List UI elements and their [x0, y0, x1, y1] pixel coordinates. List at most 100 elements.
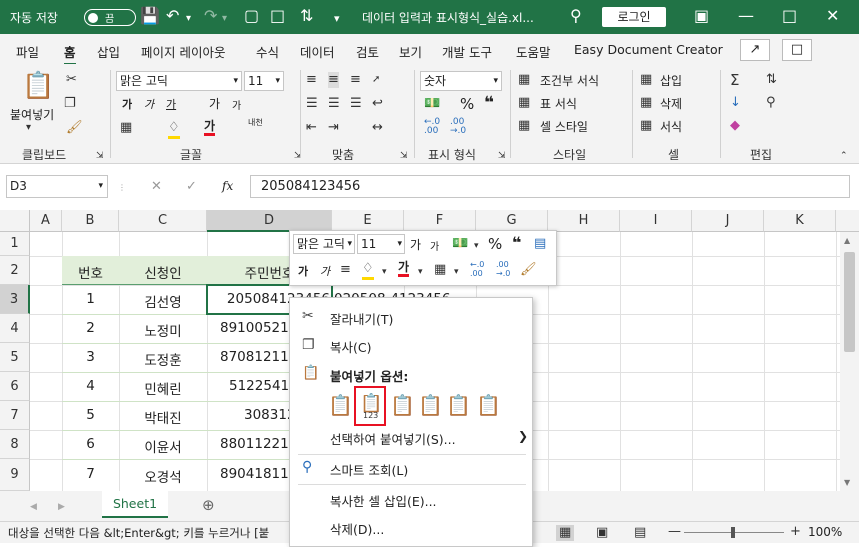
mini-increase-decimal-icon[interactable]: ←.0.00 — [470, 260, 484, 278]
mini-border-dropdown-icon[interactable]: ▾ — [454, 264, 459, 280]
zoom-in-icon[interactable]: + — [790, 524, 801, 540]
mini-align-icon[interactable]: ≡ — [340, 262, 351, 278]
delete-cells-button[interactable]: 삭제 — [660, 95, 682, 112]
column-header-e[interactable]: E — [332, 210, 404, 232]
increase-indent-icon[interactable]: ⇥ — [328, 120, 339, 136]
table-cell[interactable]: 308312 — [244, 407, 296, 423]
menu-data[interactable]: 데이터 — [300, 42, 335, 61]
delete-cells-icon[interactable]: ▦ — [640, 95, 652, 111]
table-format-button[interactable]: 표 서식 — [540, 95, 577, 112]
menu-home[interactable]: 홈 — [64, 42, 76, 65]
table-cell[interactable]: 870812112 — [220, 349, 297, 365]
decrease-decimal-icon[interactable]: .00 →.0 — [450, 118, 466, 136]
mini-font-color-dropdown-icon[interactable]: ▾ — [418, 264, 423, 280]
column-header-j[interactable]: J — [692, 210, 764, 232]
formula-input[interactable]: 205084123456 — [250, 175, 850, 198]
mini-border-icon[interactable]: ▦ — [434, 262, 446, 278]
undo-icon[interactable]: ↶ — [166, 7, 179, 25]
italic-button[interactable]: 가 — [144, 96, 154, 112]
percent-icon[interactable]: % — [460, 95, 474, 113]
context-insert-copied[interactable]: 복사한 셀 삽입(E)... — [330, 491, 437, 510]
new-doc-icon[interactable]: □ — [270, 7, 285, 25]
table-cell[interactable]: 891005212 — [220, 320, 297, 336]
table-cell[interactable]: 노정미 — [119, 320, 207, 340]
font-name-select[interactable]: 맑은 고딕 ▾ — [116, 71, 242, 91]
paste-link-icon[interactable]: 📋 — [476, 393, 501, 417]
mini-comma-icon[interactable]: ❝ — [512, 233, 521, 252]
cell-style-button[interactable]: 셀 스타일 — [540, 118, 588, 135]
sort-icon[interactable]: ⇅ — [300, 7, 313, 25]
paste-formulas-icon[interactable]: 📋 — [390, 393, 415, 417]
clipboard-launcher-icon[interactable]: ⇲ — [96, 148, 104, 164]
share-icon[interactable]: ↗ — [740, 39, 770, 61]
column-header-c[interactable]: C — [119, 210, 207, 232]
mini-font-name-select[interactable]: 맑은 고딕 ▾ — [293, 234, 355, 254]
row-header-8[interactable]: 8 — [0, 430, 30, 459]
mini-decrease-font-button[interactable]: 가 — [430, 238, 439, 253]
font-color-button[interactable]: 가 — [204, 120, 216, 136]
mini-font-color-button[interactable]: 가 — [398, 261, 410, 277]
menu-page-layout[interactable]: 페이지 레이아웃 — [141, 42, 225, 61]
save-icon[interactable]: 💾 — [140, 7, 160, 25]
conditional-format-button[interactable]: 조건부 서식 — [540, 72, 599, 89]
column-header-b[interactable]: B — [62, 210, 119, 232]
menu-review[interactable]: 검토 — [356, 42, 379, 61]
cancel-icon[interactable]: ✕ — [151, 179, 162, 195]
table-cell[interactable]: 4 — [62, 378, 119, 394]
column-header-h[interactable]: H — [548, 210, 620, 232]
ribbon-display-icon[interactable]: ▣ — [694, 7, 709, 25]
page-break-view-icon[interactable]: ▤ — [634, 525, 646, 541]
row-header-4[interactable]: 4 — [0, 314, 30, 343]
table-cell[interactable]: 도정훈 — [119, 349, 207, 369]
table-cell[interactable]: 3 — [62, 349, 119, 365]
context-delete[interactable]: 삭제(D)... — [330, 519, 384, 538]
format-painter-icon[interactable]: 🖌 — [66, 120, 83, 136]
maximize-icon[interactable]: □ — [782, 7, 797, 25]
row-header-2[interactable]: 2 — [0, 256, 30, 285]
cut-icon[interactable]: ✂ — [66, 72, 77, 88]
paste-button[interactable]: 붙여넣기 — [10, 106, 54, 123]
zoom-out-icon[interactable]: — — [668, 524, 681, 540]
orientation-icon[interactable]: ➚ — [372, 72, 380, 88]
table-cell[interactable]: 890418112 — [220, 466, 297, 482]
row-header-9[interactable]: 9 — [0, 459, 30, 491]
sort-filter-icon[interactable]: ⇅ — [766, 72, 777, 88]
mini-increase-font-button[interactable]: 가 — [410, 236, 421, 253]
insert-cells-icon[interactable]: ▦ — [640, 72, 652, 88]
mini-fill-dropdown-icon[interactable]: ▾ — [382, 264, 387, 280]
fill-color-icon[interactable]: ♢ — [168, 120, 180, 139]
border-icon[interactable]: ▦ — [120, 120, 132, 136]
bottom-align-icon[interactable]: ≡ — [350, 72, 361, 88]
underline-button[interactable]: 가 — [166, 96, 176, 112]
mini-format-painter-icon[interactable]: 🖌 — [520, 262, 537, 278]
phonetic-button[interactable]: 내천 — [248, 118, 264, 127]
redo-dropdown-icon[interactable]: ▾ — [222, 10, 227, 28]
number-format-select[interactable]: 숫자 ▾ — [420, 71, 502, 91]
zoom-level[interactable]: 100% — [808, 525, 842, 539]
column-header-f[interactable]: F — [404, 210, 476, 232]
mini-decrease-decimal-icon[interactable]: .00 →.0 — [496, 260, 510, 278]
conditional-format-icon[interactable]: ▦ — [518, 72, 530, 88]
copy-icon[interactable]: ❐ — [64, 96, 76, 112]
close-icon[interactable]: ✕ — [826, 7, 839, 25]
paste-dropdown-icon[interactable]: ▾ — [26, 120, 31, 136]
table-cell[interactable]: 51225412 — [229, 378, 298, 394]
column-header-a[interactable]: A — [30, 210, 62, 232]
mini-font-size-select[interactable]: 11 ▾ — [357, 234, 405, 254]
mini-percent-icon[interactable]: % — [488, 235, 502, 253]
table-cell[interactable]: 오경석 — [119, 466, 207, 486]
autosave-toggle[interactable]: 끔 — [84, 9, 136, 26]
menu-insert[interactable]: 삽입 — [97, 42, 120, 61]
middle-align-icon[interactable]: ≡ — [328, 72, 339, 88]
align-right-icon[interactable]: ☰ — [350, 96, 362, 112]
column-header-d[interactable]: D — [207, 210, 332, 232]
paste-formatting-icon[interactable]: 📋 — [446, 393, 471, 417]
paste-transpose-icon[interactable]: 📋 — [418, 393, 443, 417]
column-header-i[interactable]: I — [620, 210, 692, 232]
menu-file[interactable]: 파일 — [16, 42, 39, 61]
find-select-icon[interactable]: ⚲ — [766, 95, 776, 111]
cell-style-icon[interactable]: ▦ — [518, 118, 530, 134]
enter-icon[interactable]: ✓ — [186, 179, 197, 195]
mini-italic-button[interactable]: 가 — [320, 263, 330, 279]
align-center-icon[interactable]: ☰ — [328, 96, 340, 112]
